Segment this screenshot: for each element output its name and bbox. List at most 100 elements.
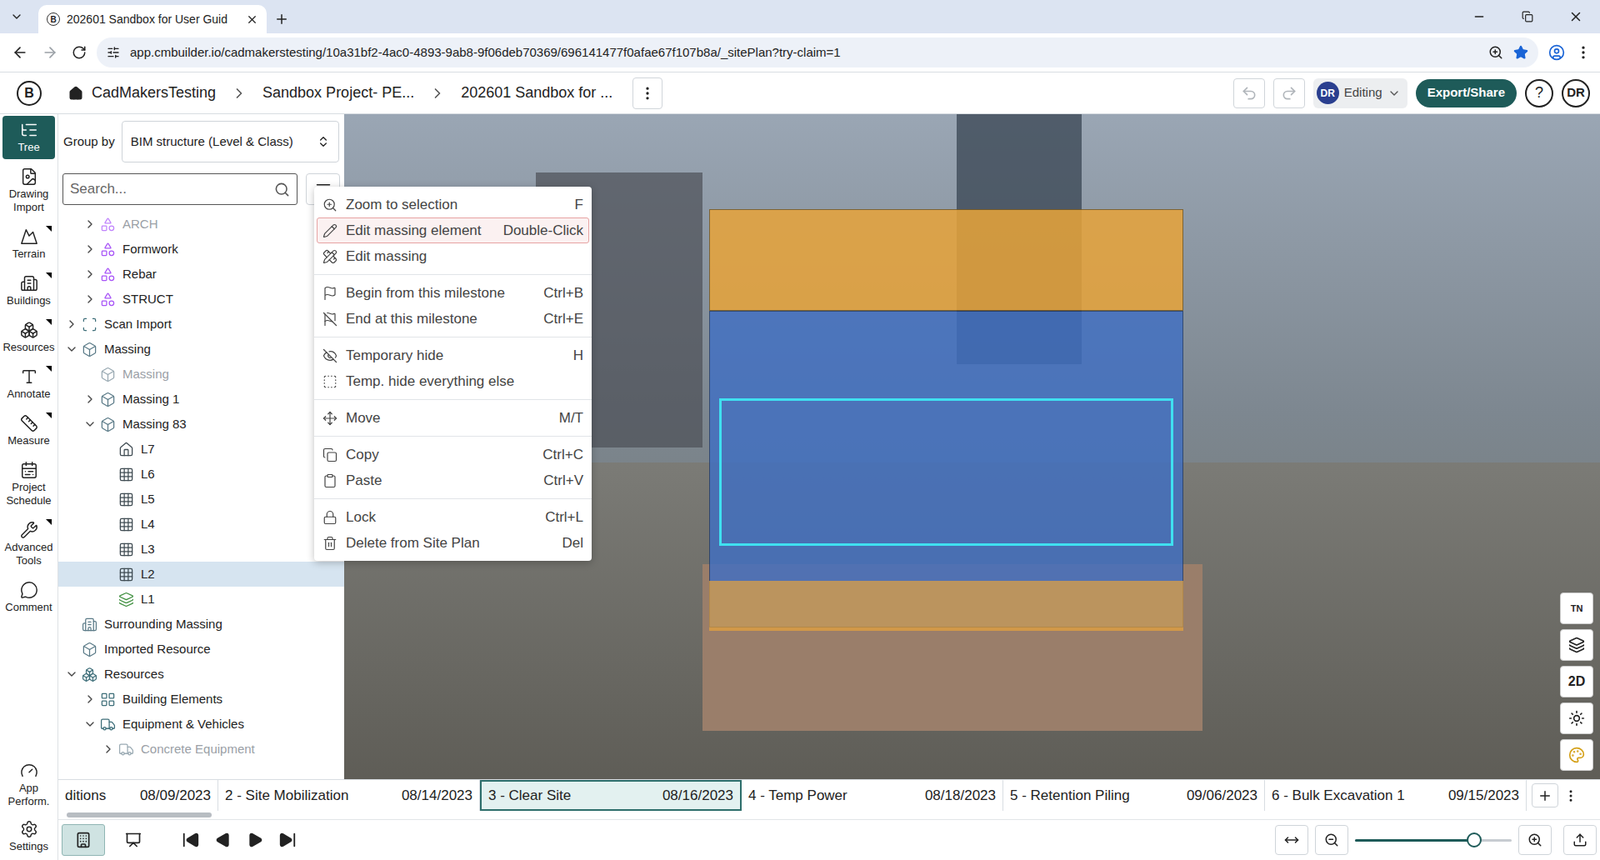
menu-item[interactable]: Temporary hideH <box>316 342 590 369</box>
collapsed-chevron-icon[interactable] <box>83 217 97 231</box>
zoom-slider-thumb[interactable] <box>1466 832 1482 848</box>
breadcrumb-menu-button[interactable] <box>632 77 663 110</box>
rail-item[interactable]: Tree <box>2 115 55 160</box>
collapsed-chevron-icon[interactable] <box>83 292 97 306</box>
browser-tab[interactable]: B202601 Sandbox for User Guid <box>38 5 267 34</box>
previous-icon[interactable] <box>215 831 232 849</box>
first-milestone-icon[interactable] <box>181 830 200 850</box>
new-tab-button[interactable] <box>266 5 297 34</box>
tree-row[interactable]: L6 <box>58 461 345 487</box>
minimize-button[interactable] <box>1455 0 1504 34</box>
color-button[interactable] <box>1560 739 1594 771</box>
export-share-button[interactable]: Export/Share <box>1415 79 1517 108</box>
tree-row[interactable]: L3 <box>58 536 345 562</box>
menu-item[interactable]: Delete from Site PlanDel <box>316 530 590 556</box>
tree-row[interactable]: Surrounding Massing <box>58 611 345 637</box>
address-field[interactable]: app.cmbuilder.io/cadmakerstesting/10a31b… <box>96 37 1539 68</box>
tree-row[interactable]: Imported Resource <box>58 636 345 662</box>
timeline-scrollbar[interactable] <box>58 810 1600 820</box>
menu-item[interactable]: Edit massing elementDouble-Click <box>316 217 590 244</box>
avatar-button[interactable]: DR <box>1561 79 1590 108</box>
view-2d-button[interactable]: 2D <box>1560 665 1594 698</box>
menu-item[interactable]: CopyCtrl+C <box>316 441 590 468</box>
fit-button[interactable] <box>1275 825 1309 855</box>
tree-row[interactable]: Concrete Equipment <box>58 736 345 762</box>
tree-row[interactable]: Equipment & Vehicles <box>58 711 345 737</box>
zoom-in-button[interactable] <box>1518 825 1552 855</box>
menu-item[interactable]: Begin from this milestoneCtrl+B <box>316 280 590 306</box>
collapsed-chevron-icon[interactable] <box>83 267 97 281</box>
tree-row[interactable]: Resources <box>58 661 345 687</box>
milestone[interactable]: 6 - Bulk Excavation 109/15/2023 <box>1265 780 1527 811</box>
tree-row[interactable]: Building Elements <box>58 686 345 712</box>
add-milestone-button[interactable] <box>1531 783 1559 808</box>
tree-row[interactable]: Scan Import <box>58 311 345 337</box>
collapsed-chevron-icon[interactable] <box>101 742 115 756</box>
close-tab-icon[interactable] <box>245 13 259 26</box>
rail-item[interactable]: Project Schedule <box>2 455 55 513</box>
tree-row[interactable]: ARCH <box>58 211 345 237</box>
group-by-select[interactable]: BIM structure (Level & Class) <box>121 120 340 163</box>
last-milestone-icon[interactable] <box>278 830 297 850</box>
north-button[interactable]: TN <box>1560 592 1594 625</box>
rail-item[interactable]: Measure <box>2 409 55 453</box>
layers-button[interactable] <box>1560 629 1594 661</box>
browser-menu-icon[interactable] <box>1575 44 1592 61</box>
timeline-menu-button[interactable] <box>1558 780 1584 811</box>
rail-item[interactable]: Buildings <box>2 269 55 313</box>
close-button[interactable] <box>1551 0 1600 34</box>
view-mode-button[interactable] <box>61 824 105 856</box>
rail-item[interactable]: Comment <box>2 575 55 620</box>
breadcrumb-item[interactable]: CadMakersTesting <box>91 81 216 105</box>
sun-button[interactable] <box>1560 702 1594 735</box>
help-button[interactable]: ? <box>1525 79 1554 108</box>
redo-button[interactable] <box>1273 78 1305 109</box>
rail-item[interactable]: Resources <box>2 315 55 360</box>
collapsed-chevron-icon[interactable] <box>65 317 79 331</box>
milestone[interactable]: ditions08/09/2023 <box>58 780 219 811</box>
menu-item[interactable]: PasteCtrl+V <box>316 467 590 494</box>
tab-list-button[interactable] <box>0 0 34 34</box>
menu-item[interactable]: Temp. hide everything else <box>316 368 590 395</box>
tree-row[interactable]: Rebar <box>58 261 345 287</box>
expanded-chevron-icon[interactable] <box>65 342 79 356</box>
tree-row[interactable]: L5 <box>58 486 345 512</box>
tree-row[interactable]: L7 <box>58 436 345 462</box>
milestone[interactable]: 2 - Site Mobilization08/14/2023 <box>218 780 480 811</box>
logo[interactable]: B <box>0 80 59 106</box>
search-field[interactable]: Search... <box>62 173 298 205</box>
forward-icon[interactable] <box>41 44 59 61</box>
rail-item[interactable]: Settings <box>2 815 55 859</box>
menu-item[interactable]: Edit massing <box>316 243 590 270</box>
undo-button[interactable] <box>1233 78 1265 109</box>
rail-item[interactable]: Annotate <box>2 362 55 406</box>
view-mode-button[interactable] <box>111 824 155 856</box>
tree-row[interactable]: Massing <box>58 361 345 387</box>
expanded-chevron-icon[interactable] <box>83 717 97 731</box>
play-icon[interactable] <box>246 831 264 849</box>
zoom-icon[interactable] <box>1488 45 1504 60</box>
tree-row[interactable]: Massing 83 <box>58 411 345 437</box>
tree-row[interactable]: Massing <box>58 336 345 362</box>
zoom-slider[interactable] <box>1355 831 1512 849</box>
reload-icon[interactable] <box>71 45 87 60</box>
menu-item[interactable]: Zoom to selectionF <box>316 191 590 218</box>
scrollbar-thumb[interactable] <box>66 812 212 818</box>
rail-item[interactable]: Advanced Tools <box>2 515 55 573</box>
mode-selector[interactable]: DREditing <box>1313 78 1408 109</box>
profile-icon[interactable] <box>1548 44 1565 61</box>
collapsed-chevron-icon[interactable] <box>83 692 97 706</box>
tree-row[interactable]: STRUCT <box>58 286 345 312</box>
tree-row[interactable]: Formwork <box>58 236 345 262</box>
milestone[interactable]: 5 - Retention Piling09/06/2023 <box>1003 780 1265 811</box>
rail-item[interactable]: Terrain <box>2 222 55 266</box>
breadcrumb-item[interactable]: 202601 Sandbox for ... <box>460 81 613 105</box>
milestone[interactable]: 3 - Clear Site08/16/2023 <box>480 780 742 811</box>
zoom-out-button[interactable] <box>1315 825 1349 855</box>
menu-item[interactable]: MoveM/T <box>316 405 590 431</box>
expanded-chevron-icon[interactable] <box>65 667 79 681</box>
site-info-icon[interactable] <box>106 45 120 60</box>
home-icon[interactable] <box>68 85 84 101</box>
expanded-chevron-icon[interactable] <box>83 417 97 431</box>
export-timeline-button[interactable] <box>1563 825 1597 855</box>
